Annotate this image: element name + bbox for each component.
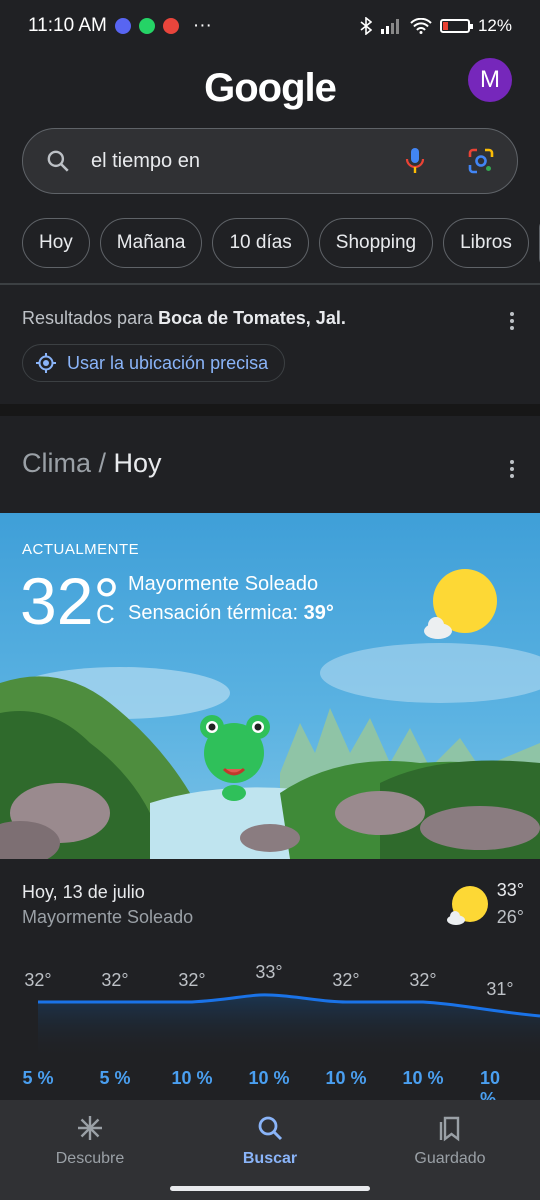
microphone-icon[interactable]: [403, 146, 427, 176]
precip-0: 5 %: [22, 1068, 54, 1088]
location-more-options[interactable]: [510, 312, 516, 330]
nav-search[interactable]: Buscar: [190, 1100, 350, 1168]
search-input[interactable]: el tiempo en: [22, 128, 518, 194]
weather-more-options[interactable]: [510, 460, 516, 478]
feels-like: Sensación térmica: 39°: [128, 602, 334, 624]
section-separator: [0, 404, 540, 416]
hourly-temp-0: 32°: [24, 970, 52, 990]
hourly-temperature-curve: [38, 993, 540, 1060]
nav-discover[interactable]: Descubre: [10, 1100, 170, 1168]
chip-shopping[interactable]: Shopping: [318, 218, 434, 268]
current-condition: Mayormente Soleado: [128, 573, 319, 595]
status-bar: 11:10 AM ··· 12%: [0, 0, 540, 52]
whatsapp-icon: [138, 18, 155, 34]
wifi-icon: [410, 18, 432, 34]
hourly-temp-5: 32°: [409, 970, 437, 990]
google-lens-icon[interactable]: [467, 147, 495, 175]
home-indicator[interactable]: [170, 1186, 370, 1191]
chip-hoy[interactable]: Hoy: [22, 218, 90, 268]
precise-location-label: Usar la ubicación precisa: [67, 352, 269, 373]
nav-saved-label: Guardado: [414, 1150, 486, 1167]
today-condition: Mayormente Soleado: [22, 907, 194, 927]
search-query[interactable]: el tiempo en: [91, 150, 403, 173]
precip-4: 10 %: [325, 1068, 367, 1088]
now-label: ACTUALMENTE: [22, 541, 140, 558]
precip-3: 10 %: [248, 1068, 290, 1088]
precise-location-button[interactable]: Usar la ubicación precisa: [22, 344, 286, 382]
bottom-navigation: Descubre Buscar Guardado: [0, 1100, 540, 1200]
bluetooth-icon: [360, 17, 372, 35]
sun-cloud-icon: [424, 569, 497, 639]
precip-2: 10 %: [171, 1068, 213, 1088]
sun-cloud-icon-small: [447, 886, 488, 925]
precip-1: 5 %: [99, 1068, 131, 1088]
status-time: 11:10 AM: [28, 15, 107, 36]
chip-10-dias[interactable]: 10 días: [212, 218, 309, 268]
gps-icon: [36, 353, 56, 373]
hourly-temp-1: 32°: [101, 970, 129, 990]
weather-section-title: Clima / Hoy: [22, 448, 162, 478]
today-low: 26°: [496, 907, 524, 927]
tiktok-icon: [162, 18, 179, 34]
weather-illustration: ACTUALMENTE 32° C Mayormente Soleado Sen…: [0, 513, 540, 859]
results-location: Resultados para Boca de Tomates, Jal.: [22, 308, 346, 328]
discord-icon: [114, 18, 131, 34]
header: Google M: [0, 58, 540, 122]
bookmarks-icon: [439, 1116, 460, 1142]
battery-icon: [439, 19, 473, 33]
place-name: Boca de Tomates, Jal.: [158, 308, 346, 328]
search-nav-icon: [258, 1116, 283, 1141]
hourly-temp-3: 33°: [255, 962, 283, 982]
nav-search-label: Buscar: [242, 1150, 298, 1167]
signal-icon: [380, 19, 399, 34]
avatar[interactable]: M: [468, 58, 512, 102]
precip-5: 10 %: [402, 1068, 444, 1088]
nav-discover-label: Descubre: [55, 1150, 125, 1167]
today-date: Hoy, 13 de julio: [22, 882, 145, 902]
nav-saved[interactable]: Guardado: [370, 1100, 530, 1168]
asterisk-icon: [78, 1116, 102, 1140]
more-notifications: ···: [192, 15, 212, 36]
divider: [0, 283, 540, 285]
google-logo[interactable]: Google: [0, 66, 540, 111]
battery-percent: 12%: [477, 16, 512, 35]
chip-manana[interactable]: Mañana: [99, 218, 203, 268]
temperature-unit[interactable]: C: [96, 599, 115, 630]
filter-chips: Hoy Mañana 10 días Shopping Libros: [22, 218, 540, 268]
hourly-temp-2: 32°: [178, 970, 206, 990]
chip-libros[interactable]: Libros: [443, 218, 529, 268]
today-high: 33°: [496, 880, 524, 900]
search-icon: [47, 150, 69, 172]
hourly-temp-4: 32°: [332, 970, 360, 990]
